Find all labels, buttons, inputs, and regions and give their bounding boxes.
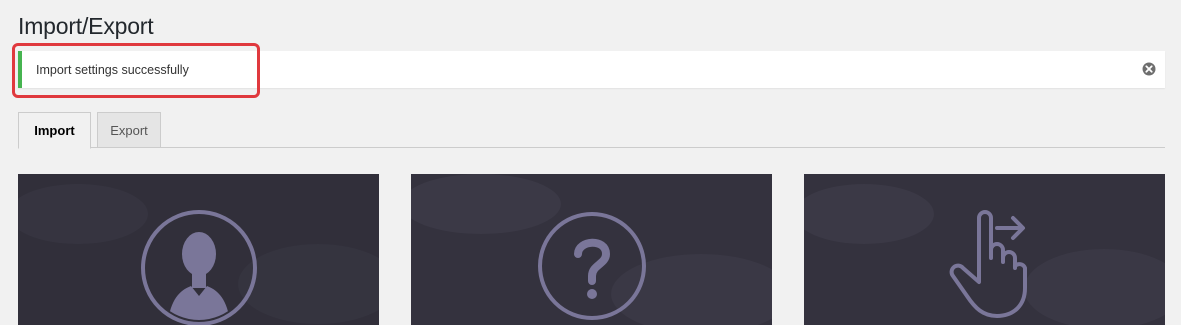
close-circle-icon[interactable]: [1141, 61, 1157, 77]
tab-export[interactable]: Export: [97, 112, 161, 148]
tab-bar: Import Export: [18, 112, 1165, 149]
import-card-gesture[interactable]: [804, 174, 1165, 325]
tab-import[interactable]: Import: [18, 112, 91, 149]
success-notice: Import settings successfully: [18, 51, 1165, 88]
question-mark-icon: [536, 210, 648, 325]
notice-message: Import settings successfully: [36, 63, 189, 77]
import-card-user[interactable]: [18, 174, 379, 325]
user-silhouette-icon: [139, 206, 259, 325]
import-card-help[interactable]: [411, 174, 772, 325]
hand-pointer-icon: [935, 206, 1035, 325]
page-title: Import/Export: [18, 13, 154, 39]
